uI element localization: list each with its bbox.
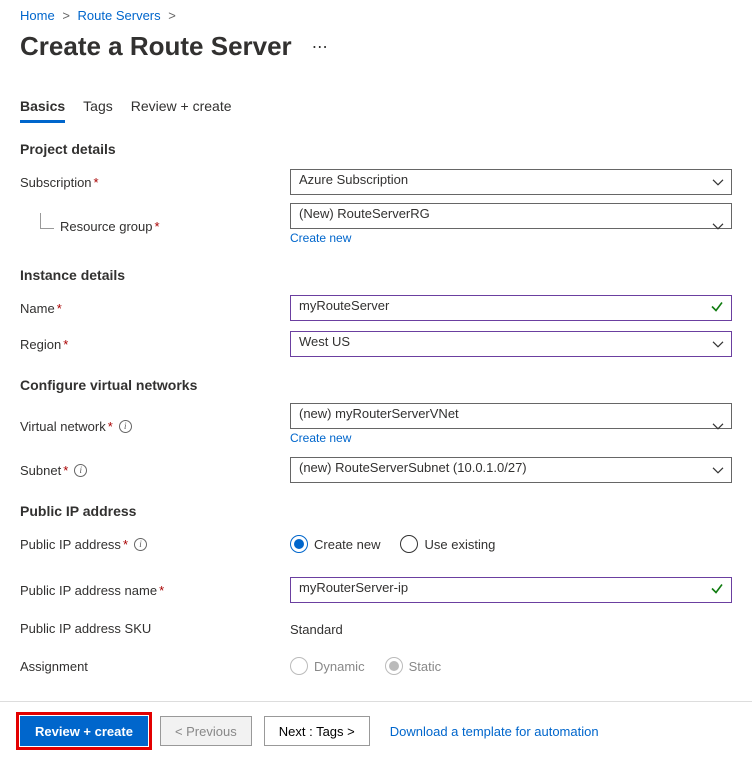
section-heading-project: Project details: [20, 141, 732, 157]
subnet-label: Subnet* i: [20, 463, 290, 478]
tab-basics[interactable]: Basics: [20, 92, 65, 123]
radio-checked-icon: [290, 535, 308, 553]
create-vnet-link[interactable]: Create new: [290, 431, 351, 445]
section-heading-instance: Instance details: [20, 267, 732, 283]
assignment-static-radio: Static: [385, 657, 442, 675]
create-resource-group-link[interactable]: Create new: [290, 231, 351, 245]
pip-create-new-radio[interactable]: Create new: [290, 535, 380, 553]
checkmark-icon: [710, 582, 724, 599]
subscription-select[interactable]: Azure Subscription: [290, 169, 732, 195]
radio-disabled-checked-icon: [385, 657, 403, 675]
virtual-network-label: Virtual network* i: [20, 419, 290, 434]
tabs: Basics Tags Review + create: [20, 92, 732, 123]
next-button[interactable]: Next : Tags >: [264, 716, 370, 746]
download-template-link[interactable]: Download a template for automation: [390, 724, 599, 739]
breadcrumb-route-servers[interactable]: Route Servers: [78, 8, 161, 23]
review-create-button[interactable]: Review + create: [20, 716, 148, 746]
virtual-network-select[interactable]: (new) myRouterServerVNet: [290, 403, 732, 429]
pip-sku-value: Standard: [290, 619, 732, 637]
assignment-dynamic-radio: Dynamic: [290, 657, 365, 675]
breadcrumb-home[interactable]: Home: [20, 8, 55, 23]
subscription-label: Subscription*: [20, 175, 290, 190]
tab-review-create[interactable]: Review + create: [131, 92, 232, 123]
info-icon[interactable]: i: [134, 538, 147, 551]
chevron-right-icon: >: [168, 8, 176, 23]
previous-button: < Previous: [160, 716, 252, 746]
radio-unchecked-icon: [400, 535, 418, 553]
subnet-select[interactable]: (new) RouteServerSubnet (10.0.1.0/27): [290, 457, 732, 483]
assignment-label: Assignment: [20, 659, 290, 674]
section-heading-vnet: Configure virtual networks: [20, 377, 732, 393]
info-icon[interactable]: i: [119, 420, 132, 433]
page-title: Create a Route Server: [20, 31, 292, 62]
pip-name-input[interactable]: myRouterServer-ip: [290, 577, 732, 603]
chevron-right-icon: >: [62, 8, 70, 23]
resource-group-select[interactable]: (New) RouteServerRG: [290, 203, 732, 229]
region-select[interactable]: West US: [290, 331, 732, 357]
section-heading-pip: Public IP address: [20, 503, 732, 519]
breadcrumb: Home > Route Servers >: [20, 0, 732, 27]
tab-tags[interactable]: Tags: [83, 92, 113, 123]
region-label: Region*: [20, 337, 290, 352]
more-actions-icon[interactable]: ⋯: [312, 37, 329, 57]
pip-address-label: Public IP address* i: [20, 537, 290, 552]
resource-group-label: Resource group*: [20, 219, 290, 234]
checkmark-icon: [710, 300, 724, 317]
info-icon[interactable]: i: [74, 464, 87, 477]
pip-use-existing-radio[interactable]: Use existing: [400, 535, 495, 553]
name-input[interactable]: myRouteServer: [290, 295, 732, 321]
name-label: Name*: [20, 301, 290, 316]
radio-disabled-icon: [290, 657, 308, 675]
pip-name-label: Public IP address name*: [20, 583, 290, 598]
pip-sku-label: Public IP address SKU: [20, 621, 290, 636]
footer-toolbar: Review + create < Previous Next : Tags >…: [0, 701, 752, 760]
